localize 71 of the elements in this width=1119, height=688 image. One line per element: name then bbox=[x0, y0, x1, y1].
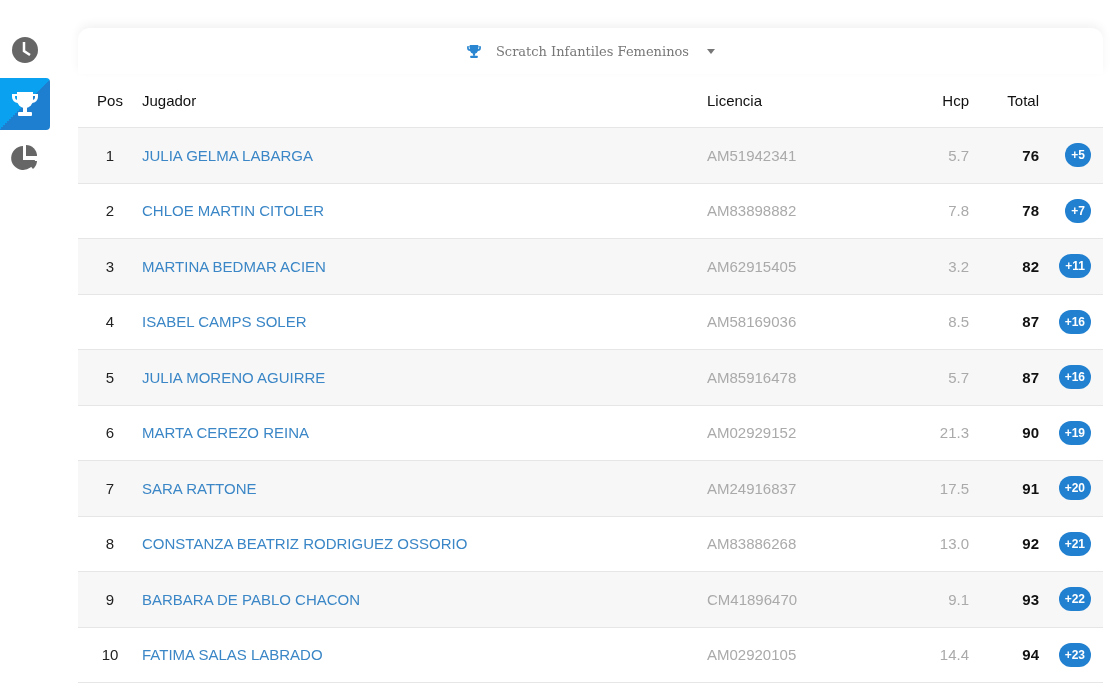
total-cell: 93 bbox=[1022, 590, 1039, 608]
position-cell: 2 bbox=[105, 202, 115, 220]
score-badge: +23 bbox=[1058, 642, 1091, 667]
position-cell: 1 bbox=[105, 146, 115, 164]
score-badge: +19 bbox=[1058, 420, 1091, 445]
position-cell: 9 bbox=[105, 590, 115, 608]
position-cell: 8 bbox=[105, 535, 115, 553]
license-cell: AM85916478 bbox=[707, 368, 797, 386]
score-badge: +16 bbox=[1058, 309, 1091, 334]
score-badge: +20 bbox=[1058, 476, 1091, 501]
position-cell: 10 bbox=[101, 646, 119, 664]
clock-icon bbox=[11, 36, 39, 64]
position-cell: 7 bbox=[105, 479, 115, 497]
column-header: Jugador bbox=[142, 92, 197, 109]
column-header: Hcp bbox=[942, 92, 969, 109]
total-cell: 92 bbox=[1022, 535, 1039, 553]
total-cell: 91 bbox=[1022, 479, 1039, 497]
player-link[interactable]: ISABEL CAMPS SOLER bbox=[142, 313, 307, 331]
total-cell: 90 bbox=[1022, 424, 1039, 442]
pie-chart-icon bbox=[10, 144, 40, 172]
column-header: Total bbox=[1007, 92, 1039, 109]
handicap-cell: 5.7 bbox=[948, 368, 969, 386]
score-badge: +21 bbox=[1058, 531, 1091, 556]
position-cell: 3 bbox=[105, 257, 115, 275]
player-link[interactable]: MARTA CEREZO REINA bbox=[142, 424, 309, 442]
trophy-icon bbox=[10, 90, 40, 118]
category-dropdown[interactable]: Scratch Infantiles Femeninos bbox=[459, 42, 722, 60]
score-badge: +16 bbox=[1058, 365, 1091, 390]
score-badge: +7 bbox=[1065, 198, 1091, 223]
column-header: Licencia bbox=[707, 92, 763, 109]
player-link[interactable]: SARA RATTONE bbox=[142, 479, 257, 497]
license-cell: AM51942341 bbox=[707, 146, 797, 164]
license-cell: AM02929152 bbox=[707, 424, 797, 442]
handicap-cell: 21.3 bbox=[939, 424, 969, 442]
license-cell: AM62915405 bbox=[707, 257, 797, 275]
license-cell: AM58169036 bbox=[707, 313, 797, 331]
position-cell: 5 bbox=[105, 368, 115, 386]
license-cell: AM24916837 bbox=[707, 479, 797, 497]
score-badge: +11 bbox=[1059, 254, 1091, 279]
trophy-icon bbox=[465, 43, 482, 59]
total-cell: 87 bbox=[1022, 368, 1039, 386]
position-cell: 6 bbox=[105, 424, 115, 442]
license-cell: AM83898882 bbox=[707, 202, 797, 220]
license-cell: AM83886268 bbox=[707, 535, 797, 553]
handicap-cell: 9.1 bbox=[948, 590, 969, 608]
player-link[interactable]: MARTINA BEDMAR ACIEN bbox=[142, 257, 326, 275]
handicap-cell: 8.5 bbox=[948, 313, 969, 331]
player-link[interactable]: JULIA GELMA LABARGA bbox=[142, 146, 313, 164]
player-link[interactable]: JULIA MORENO AGUIRRE bbox=[142, 368, 326, 386]
handicap-cell: 5.7 bbox=[948, 146, 969, 164]
handicap-cell: 3.2 bbox=[948, 257, 969, 275]
player-link[interactable]: CONSTANZA BEATRIZ RODRIGUEZ OSSORIO bbox=[142, 535, 468, 553]
position-cell: 4 bbox=[105, 313, 115, 331]
sidebar-tab[interactable] bbox=[0, 78, 50, 130]
score-badge: +22 bbox=[1058, 587, 1091, 612]
license-cell: AM02920105 bbox=[707, 646, 797, 664]
player-link[interactable]: BARBARA DE PABLO CHACON bbox=[142, 590, 361, 608]
handicap-cell: 14.4 bbox=[939, 646, 969, 664]
total-cell: 87 bbox=[1022, 313, 1039, 331]
total-cell: 78 bbox=[1022, 202, 1039, 220]
handicap-cell: 13.0 bbox=[939, 535, 969, 553]
license-cell: CM41896470 bbox=[707, 590, 798, 608]
score-badge: +5 bbox=[1065, 143, 1091, 168]
total-cell: 76 bbox=[1022, 146, 1039, 164]
total-cell: 94 bbox=[1022, 646, 1039, 664]
player-link[interactable]: CHLOE MARTIN CITOLER bbox=[142, 202, 324, 220]
total-cell: 82 bbox=[1022, 257, 1039, 275]
player-link[interactable]: FATIMA SALAS LABRADO bbox=[142, 646, 323, 664]
handicap-cell: 7.8 bbox=[948, 202, 969, 220]
handicap-cell: 17.5 bbox=[939, 479, 969, 497]
column-header: Pos bbox=[97, 92, 123, 109]
